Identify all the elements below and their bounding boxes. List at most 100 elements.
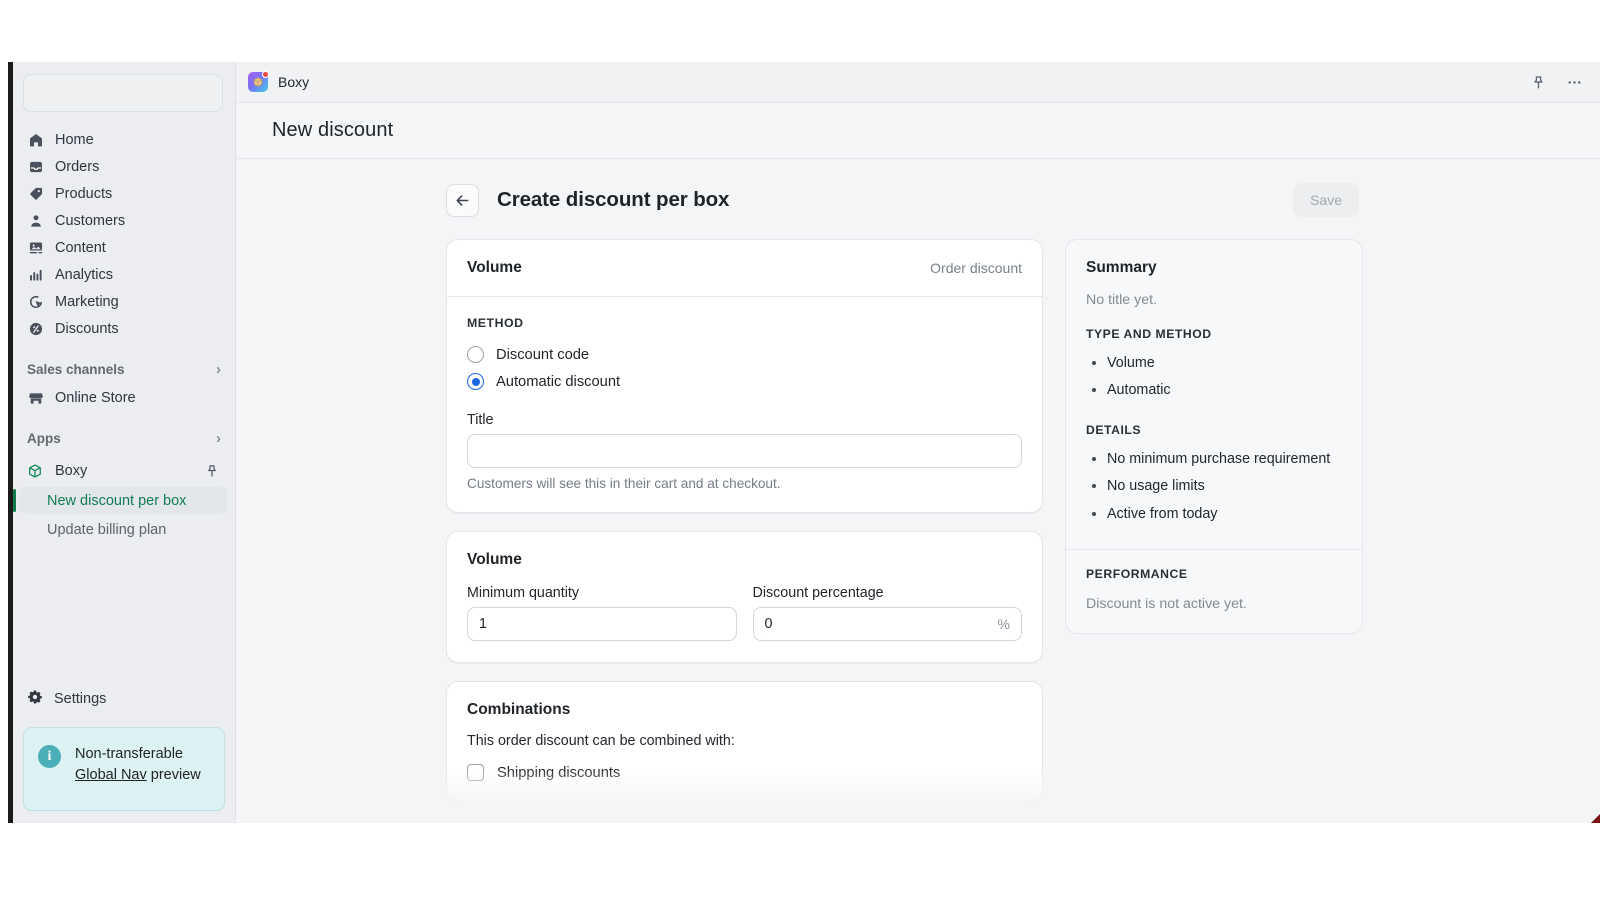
sidebar-item-orders[interactable]: Orders — [19, 153, 227, 180]
chevron-right-icon: › — [216, 360, 221, 378]
title-field-label: Title — [467, 412, 494, 428]
sidebar-item-new-discount-per-box[interactable]: New discount per box — [13, 487, 227, 514]
card-subtitle: Order discount — [930, 260, 1022, 276]
sidebar-item-label: Analytics — [55, 266, 114, 283]
sidebar-section-sales-channels[interactable]: Sales channels › — [13, 356, 235, 382]
main-column: Boxy New discount Create discount per bo… — [236, 62, 1600, 823]
summary-details-heading: Details — [1086, 423, 1142, 438]
summary-title: Summary — [1086, 259, 1157, 276]
volume-values-card: Volume Minimum quantity Discount percent… — [446, 531, 1043, 663]
right-column: Summary No title yet. Type and method Vo… — [1065, 239, 1363, 634]
summary-card: Summary No title yet. Type and method Vo… — [1065, 239, 1363, 634]
marketing-target-icon — [27, 293, 44, 310]
radio-circle-selected — [467, 373, 484, 390]
pin-icon[interactable] — [205, 464, 219, 478]
sidebar-item-marketing[interactable]: Marketing — [19, 288, 227, 315]
list-item: Volume — [1086, 350, 1342, 377]
radio-circle — [467, 346, 484, 363]
sidebar-item-customers[interactable]: Customers — [19, 207, 227, 234]
app-window: Home Orders Products Customers Content A… — [8, 62, 1600, 823]
sidebar-item-label: Discounts — [55, 320, 119, 337]
checkbox-shipping-discounts[interactable]: Shipping discounts — [467, 764, 1022, 781]
volume-card-header: Volume Order discount — [447, 240, 1042, 277]
content-wrapper: Create discount per box Save Volume Orde… — [446, 183, 1363, 821]
sidebar-item-analytics[interactable]: Analytics — [19, 261, 227, 288]
sidebar-item-home[interactable]: Home — [19, 126, 227, 153]
sidebar-app-label: Boxy — [55, 463, 88, 479]
boxy-app-icon — [248, 71, 269, 92]
chevron-right-icon: › — [216, 429, 221, 447]
combinations-body: Combinations This order discount can be … — [447, 682, 1042, 802]
sidebar-item-label: Content — [55, 239, 106, 256]
sidebar-item-label: Marketing — [55, 293, 119, 310]
checkbox-label: Shipping discounts — [497, 764, 621, 781]
sidebar-sub-label: New discount per box — [47, 492, 187, 509]
sidebar-item-settings[interactable]: Settings — [19, 685, 227, 713]
info-icon: i — [38, 745, 61, 768]
ellipsis-icon[interactable] — [1561, 69, 1587, 95]
summary-type-method-list: Volume Automatic — [1086, 350, 1342, 404]
summary-main-section: Summary No title yet. Type and method Vo… — [1066, 240, 1362, 549]
banner-line-1: Non-transferable — [75, 746, 183, 762]
pin-icon[interactable] — [1525, 69, 1551, 95]
sidebar-item-content[interactable]: Content — [19, 234, 227, 261]
store-icon — [27, 389, 44, 406]
card-title: Combinations — [467, 701, 571, 718]
save-button[interactable]: Save — [1293, 183, 1359, 217]
sidebar-item-label: Products — [55, 185, 113, 202]
list-item: No usage limits — [1086, 473, 1342, 500]
list-item: Active from today — [1086, 501, 1342, 528]
title-input[interactable] — [467, 434, 1022, 468]
page-header: Create discount per box Save — [446, 183, 1361, 217]
min-quantity-input[interactable] — [467, 607, 737, 641]
window-left-rail — [8, 62, 13, 823]
tag-icon — [27, 185, 44, 202]
discount-percentage-label: Discount percentage — [752, 585, 884, 601]
sidebar-section-apps[interactable]: Apps › — [13, 425, 235, 451]
summary-performance-section: Performance Discount is not active yet. — [1066, 548, 1362, 633]
bar-chart-icon — [27, 266, 44, 283]
card-title: Volume — [467, 551, 522, 568]
volume-method-card: Volume Order discount Method Discount co… — [446, 239, 1043, 513]
radio-label: Automatic discount — [496, 373, 621, 390]
back-button[interactable] — [446, 183, 479, 217]
search-input[interactable] — [23, 74, 223, 112]
global-nav-link[interactable]: Global Nav — [75, 767, 147, 783]
sidebar-item-discounts[interactable]: Discounts — [19, 315, 227, 342]
radio-discount-code[interactable]: Discount code — [467, 341, 1022, 368]
card-title: Volume — [467, 259, 522, 276]
two-column-layout: Volume Order discount Method Discount co… — [446, 239, 1363, 821]
title-helper-text: Customers will see this in their cart an… — [467, 476, 781, 491]
section-label: Apps — [27, 430, 61, 446]
summary-no-title-text: No title yet. — [1086, 292, 1157, 308]
radio-label: Discount code — [496, 346, 590, 363]
box-outline-icon — [27, 463, 44, 480]
method-section: Method Discount code Automatic discount — [447, 297, 1042, 512]
volume-fields-row: Minimum quantity Discount percentage % — [467, 585, 1022, 641]
summary-details-list: No minimum purchase requirement No usage… — [1086, 446, 1342, 527]
title-field-group: Title Customers will see this in their c… — [467, 412, 1022, 491]
sidebar-item-products[interactable]: Products — [19, 180, 227, 207]
summary-type-method-heading: Type and method — [1086, 327, 1212, 341]
left-column: Volume Order discount Method Discount co… — [446, 239, 1043, 821]
sidebar-item-label: Online Store — [55, 389, 136, 406]
discount-percent-icon — [27, 320, 44, 337]
sidebar-item-label: Customers — [55, 212, 126, 229]
sidebar-item-online-store[interactable]: Online Store — [19, 384, 227, 411]
discount-percentage-input[interactable] — [752, 607, 1022, 641]
section-label: Sales channels — [27, 361, 125, 377]
discount-percentage-group: Discount percentage % — [752, 585, 1022, 641]
combinations-card: Combinations This order discount can be … — [446, 681, 1043, 803]
radio-automatic-discount[interactable]: Automatic discount — [467, 368, 1022, 395]
global-nav-sidebar: Home Orders Products Customers Content A… — [8, 62, 236, 823]
content-scroll-area[interactable]: Create discount per box Save Volume Orde… — [236, 159, 1600, 823]
page-heading: Create discount per box — [497, 188, 730, 211]
sidebar-item-update-billing-plan[interactable]: Update billing plan — [19, 516, 227, 543]
list-item: No minimum purchase requirement — [1086, 446, 1342, 473]
summary-performance-text: Discount is not active yet. — [1086, 595, 1247, 612]
page-title: New discount — [272, 119, 394, 141]
sidebar-sub-label: Update billing plan — [47, 521, 167, 538]
min-quantity-group: Minimum quantity — [467, 585, 737, 641]
summary-performance-heading: Performance — [1086, 566, 1188, 581]
sidebar-item-boxy-app[interactable]: Boxy — [19, 457, 227, 485]
